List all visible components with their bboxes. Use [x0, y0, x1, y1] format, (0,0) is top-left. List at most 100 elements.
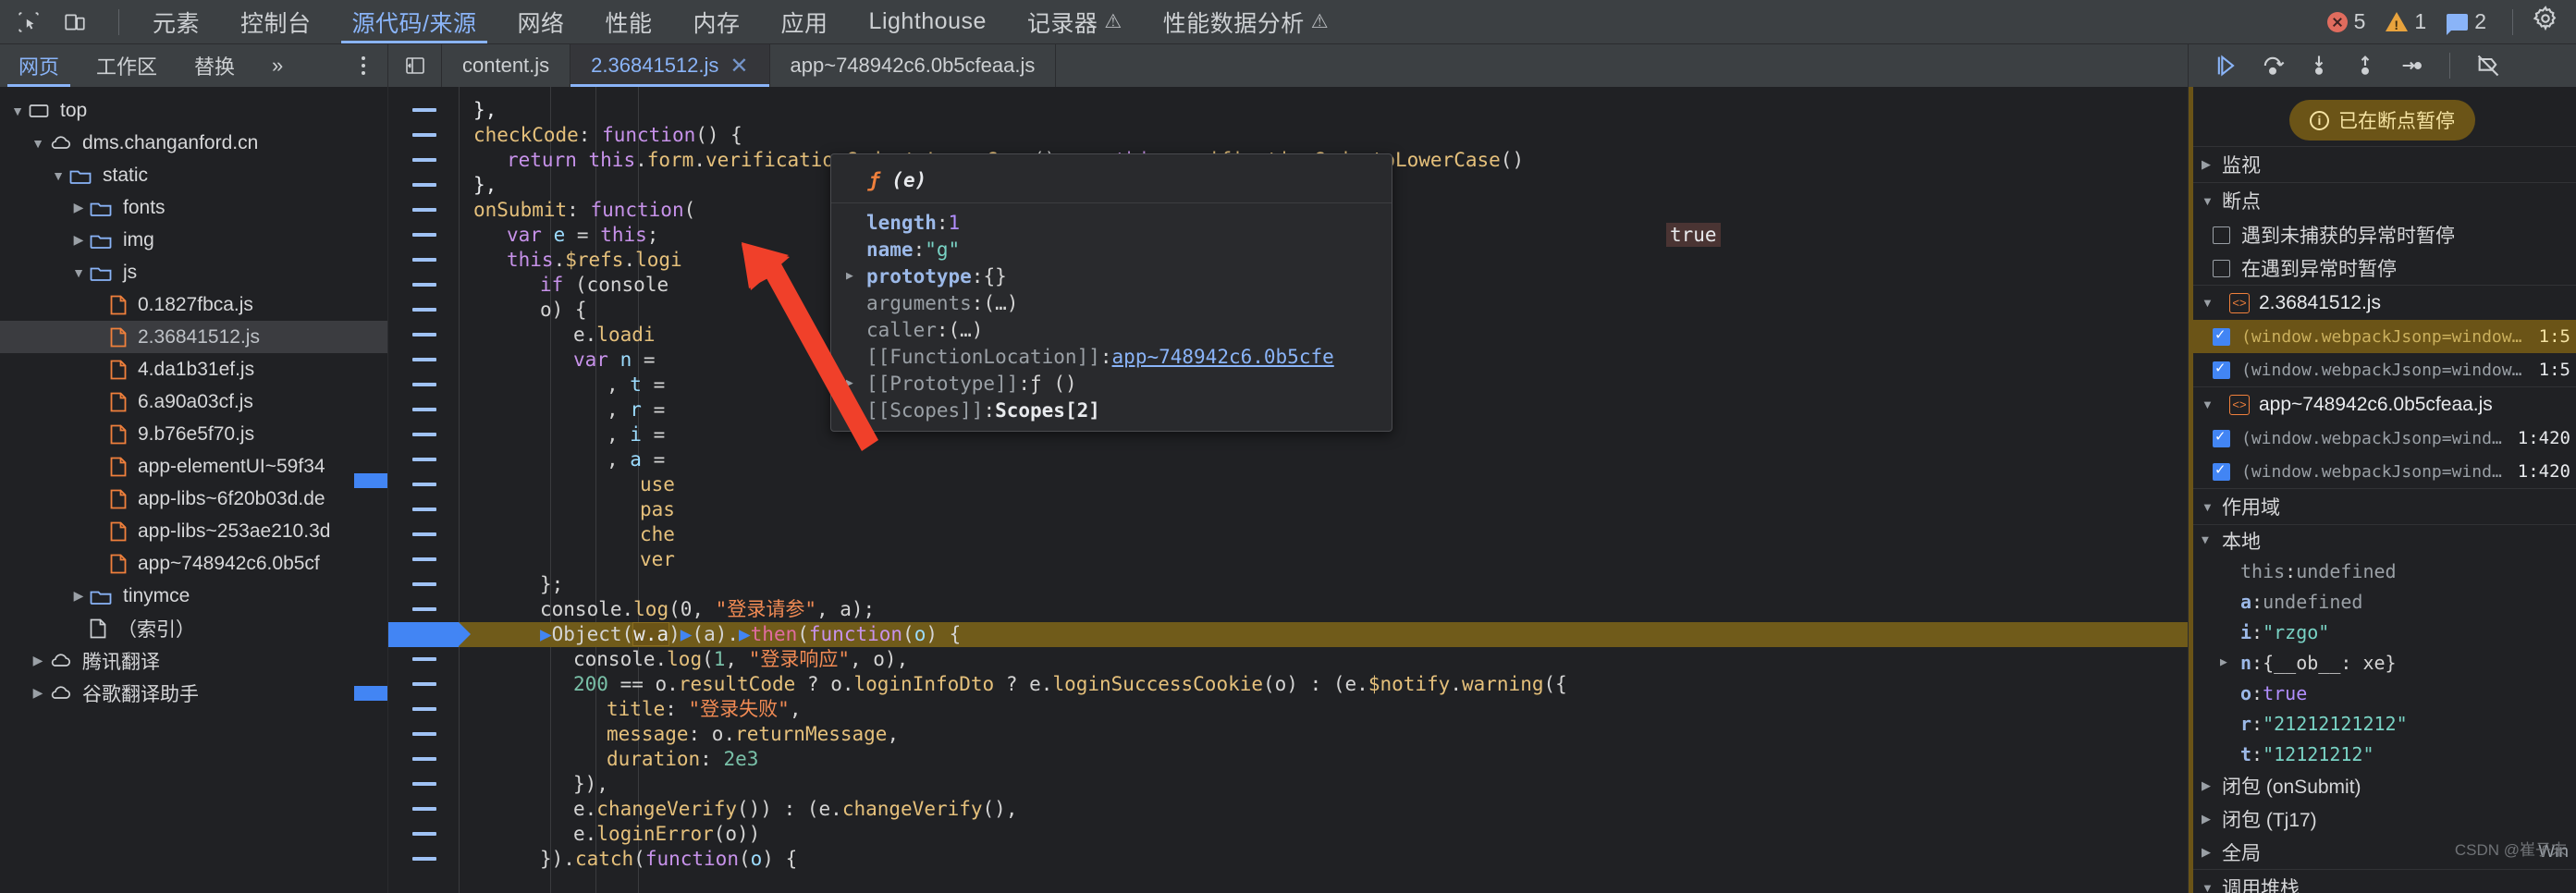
chevron-down-icon[interactable]: ▼	[28, 136, 48, 151]
panel-tab-4[interactable]: 性能	[585, 0, 673, 43]
deactivate-breakpoints-button[interactable]	[2467, 48, 2509, 83]
chevron-right-icon[interactable]: ▶	[68, 200, 89, 215]
error-count-badge[interactable]: 5	[2320, 9, 2374, 34]
breakpoint-entry-1-1[interactable]: (window.webpackJsonp=window.webpackJsonp…	[2189, 455, 2576, 488]
source-code-editor[interactable]: }, checkCode: function() {return this.for…	[388, 87, 2188, 893]
chevron-down-icon[interactable]: ▼	[48, 168, 68, 183]
warning-count-badge[interactable]: 1	[2378, 9, 2434, 34]
inspect-element-icon[interactable]	[13, 6, 44, 38]
local-scope-header[interactable]: ▼ 本地	[2189, 525, 2576, 556]
settings-gear-icon[interactable]	[2532, 5, 2559, 39]
breakpoint-entry-0-1[interactable]: (window.webpackJsonp=window.webpackJsonp…	[2189, 353, 2576, 386]
scope-variable-1[interactable]: a: undefined	[2189, 586, 2576, 617]
panel-tab-3[interactable]: 网络	[497, 0, 584, 43]
tree-item-9[interactable]: ▶6.a90a03cf.js	[0, 385, 387, 418]
tree-item-6[interactable]: ▶0.1827fbca.js	[0, 288, 387, 321]
chevron-down-icon[interactable]: ▼	[2202, 398, 2220, 411]
device-toolbar-icon[interactable]	[59, 6, 91, 38]
step-button[interactable]	[2390, 48, 2433, 83]
tree-item-15[interactable]: ▶ tinymce	[0, 580, 387, 612]
breakpoint-file-1[interactable]: ▼ <> app~748942c6.0b5cfeaa.js	[2189, 386, 2576, 422]
popup-property-1[interactable]: name: "g"	[831, 236, 1392, 263]
chevron-down-icon[interactable]: ▼	[7, 104, 28, 118]
popup-property-5[interactable]: [[FunctionLocation]]: app~748942c6.0b5cf…	[831, 343, 1392, 370]
panel-tab-2[interactable]: 源代码/来源	[332, 0, 497, 43]
step-over-button[interactable]	[2251, 48, 2294, 83]
popup-property-2[interactable]: ▶ prototype: {}	[831, 263, 1392, 289]
popup-property-4[interactable]: caller: (…)	[831, 316, 1392, 343]
tree-item-17[interactable]: ▶ 腾讯翻译	[0, 644, 387, 677]
tree-item-13[interactable]: ▶app-libs~253ae210.3d	[0, 515, 387, 547]
breakpoint-entry-1-0[interactable]: (window.webpackJsonp=window.webpackJsonp…	[2189, 422, 2576, 455]
checkbox[interactable]	[2213, 226, 2230, 244]
breakpoint-enabled-checkbox[interactable]	[2213, 460, 2230, 481]
chevron-right-icon[interactable]: ▶	[2220, 655, 2240, 669]
chevron-right-icon[interactable]: ▶	[68, 232, 89, 248]
navigator-more-options-icon[interactable]	[339, 56, 387, 75]
callstack-section-header[interactable]: ▼ 调用堆栈	[2189, 870, 2576, 893]
breakpoints-section-header[interactable]: ▼ 断点	[2189, 183, 2576, 218]
chevron-right-icon[interactable]: ▶	[2202, 845, 2222, 860]
chevron-right-icon[interactable]: ▶	[2202, 812, 2222, 826]
breakpoint-enabled-checkbox[interactable]	[2213, 325, 2230, 346]
chevron-right-icon[interactable]: ▶	[28, 685, 48, 701]
tree-item-11[interactable]: ▶app-elementUI~59f34	[0, 450, 387, 483]
popup-property-0[interactable]: length: 1	[831, 209, 1392, 236]
navigator-tab-1[interactable]: 工作区	[78, 44, 176, 87]
step-into-button[interactable]	[2298, 48, 2340, 83]
close-tab-icon[interactable]: ✕	[730, 53, 748, 80]
tree-item-7[interactable]: ▶2.36841512.js	[0, 321, 387, 353]
pause-on-exception-option-0[interactable]: 遇到未捕获的异常时暂停	[2189, 218, 2576, 251]
panel-tab-0[interactable]: 元素	[132, 0, 220, 43]
resume-script-execution-button[interactable]	[2205, 48, 2248, 83]
panel-tab-7[interactable]: Lighthouse	[849, 0, 1007, 43]
tree-item-12[interactable]: ▶app-libs~6f20b03d.de	[0, 483, 387, 515]
scope-variable-4[interactable]: o: true	[2189, 678, 2576, 708]
watch-section-header[interactable]: ▶ 监视	[2189, 147, 2576, 182]
popup-property-value[interactable]: app~748942c6.0b5cfe	[1112, 346, 1334, 368]
breakpoint-entry-0-0[interactable]: (window.webpackJsonp=window.webpackJsonp…	[2189, 320, 2576, 353]
navigator-tab-2[interactable]: 替换	[176, 44, 253, 87]
file-tab-0[interactable]: content.js	[442, 44, 571, 87]
scope-group-0[interactable]: ▶ 闭包 (onSubmit)	[2189, 769, 2576, 802]
panel-tab-6[interactable]: 应用	[761, 0, 849, 43]
breakpoint-enabled-checkbox[interactable]	[2213, 427, 2230, 447]
breakpoint-enabled-checkbox[interactable]	[2213, 359, 2230, 379]
tree-item-0[interactable]: ▼ top	[0, 94, 387, 127]
chevron-down-icon[interactable]: ▼	[2202, 296, 2220, 310]
pause-on-exception-option-1[interactable]: 在遇到异常时暂停	[2189, 251, 2576, 285]
tree-item-5[interactable]: ▼ js	[0, 256, 387, 288]
chevron-right-icon[interactable]: ▶	[28, 653, 48, 668]
panel-tab-8[interactable]: 记录器 ⚠	[1007, 0, 1143, 43]
tree-item-4[interactable]: ▶ img	[0, 224, 387, 256]
object-preview-popup[interactable]: ƒ (e) length: 1 name: "g" ▶ prototype: {} arg…	[830, 153, 1392, 432]
breakpoint-marker[interactable]	[388, 622, 471, 647]
chevron-right-icon[interactable]: ▶	[846, 403, 866, 417]
panel-tab-9[interactable]: 性能数据分析 ⚠	[1143, 0, 1349, 43]
tree-item-14[interactable]: ▶app~748942c6.0b5cf	[0, 547, 387, 580]
breakpoint-file-0[interactable]: ▼ <> 2.36841512.js	[2189, 285, 2576, 320]
popup-property-3[interactable]: arguments: (…)	[831, 289, 1392, 316]
tree-item-3[interactable]: ▶ fonts	[0, 191, 387, 224]
file-tab-1[interactable]: 2.36841512.js ✕	[570, 44, 770, 87]
scope-variable-0[interactable]: this: undefined	[2189, 556, 2576, 586]
tree-item-8[interactable]: ▶4.da1b31ef.js	[0, 353, 387, 385]
popup-property-6[interactable]: ▶ [[Prototype]]: ƒ ()	[831, 370, 1392, 397]
navigator-tab-3[interactable]: »	[253, 44, 301, 87]
toggle-navigator-icon[interactable]	[388, 44, 442, 87]
chevron-down-icon[interactable]: ▼	[68, 265, 89, 280]
scope-variable-6[interactable]: t: "12121212"	[2189, 739, 2576, 769]
panel-tab-5[interactable]: 内存	[673, 0, 761, 43]
panel-tab-1[interactable]: 控制台	[220, 0, 332, 43]
tree-item-10[interactable]: ▶9.b76e5f70.js	[0, 418, 387, 450]
tree-item-1[interactable]: ▼ dms.changanford.cn	[0, 127, 387, 159]
file-tab-2[interactable]: app~748942c6.0b5cfeaa.js	[770, 44, 1057, 87]
tree-item-18[interactable]: ▶ 谷歌翻译助手	[0, 677, 387, 709]
popup-property-7[interactable]: ▶ [[Scopes]]: Scopes[2]	[831, 397, 1392, 423]
checkbox[interactable]	[2213, 259, 2230, 277]
scope-variable-3[interactable]: ▶ n: {__ob__: xe}	[2189, 647, 2576, 678]
chevron-right-icon[interactable]: ▶	[846, 269, 866, 283]
scope-group-1[interactable]: ▶ 闭包 (Tj17)	[2189, 802, 2576, 836]
info-count-badge[interactable]: 2	[2439, 9, 2494, 35]
scope-variable-2[interactable]: i: "rzgo"	[2189, 617, 2576, 647]
